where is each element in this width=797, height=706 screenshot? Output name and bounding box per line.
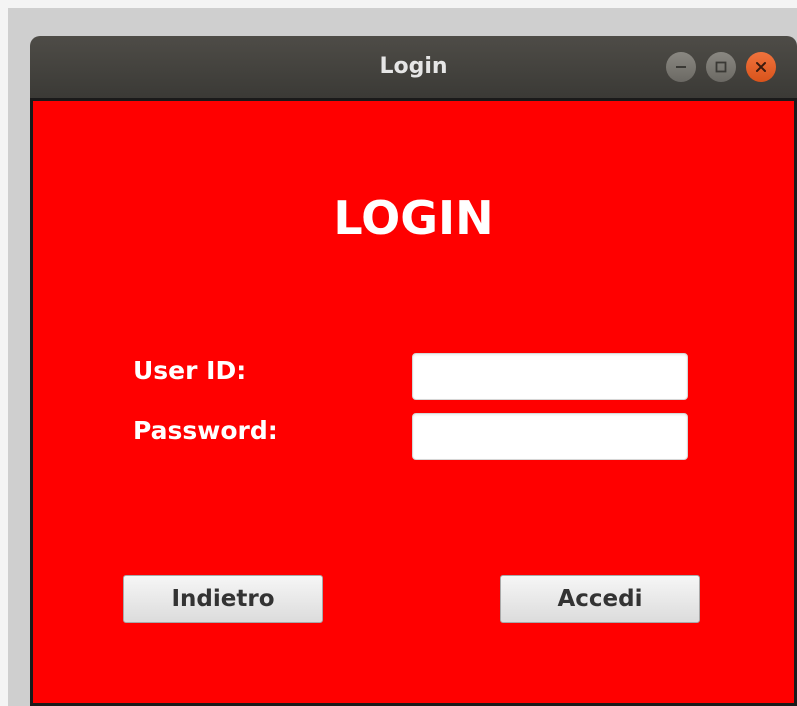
page-title: LOGIN <box>333 191 494 245</box>
login-window: Login LOGIN User ID: Password: Indietro … <box>8 8 797 706</box>
desktop-background: Login LOGIN User ID: Password: Indietro … <box>0 0 797 706</box>
password-label: Password: <box>133 416 278 445</box>
back-button[interactable]: Indietro <box>123 575 323 623</box>
user-id-label: User ID: <box>133 356 247 385</box>
close-icon <box>756 62 766 72</box>
window-titlebar[interactable]: Login <box>30 36 797 98</box>
user-id-input[interactable] <box>412 353 688 400</box>
maximize-icon <box>715 61 727 73</box>
close-button[interactable] <box>746 52 776 82</box>
minimize-button[interactable] <box>666 52 696 82</box>
login-panel: LOGIN User ID: Password: Indietro Accedi <box>30 98 797 706</box>
login-button[interactable]: Accedi <box>500 575 700 623</box>
minimize-icon <box>676 66 686 68</box>
maximize-button[interactable] <box>706 52 736 82</box>
password-input[interactable] <box>412 413 688 460</box>
